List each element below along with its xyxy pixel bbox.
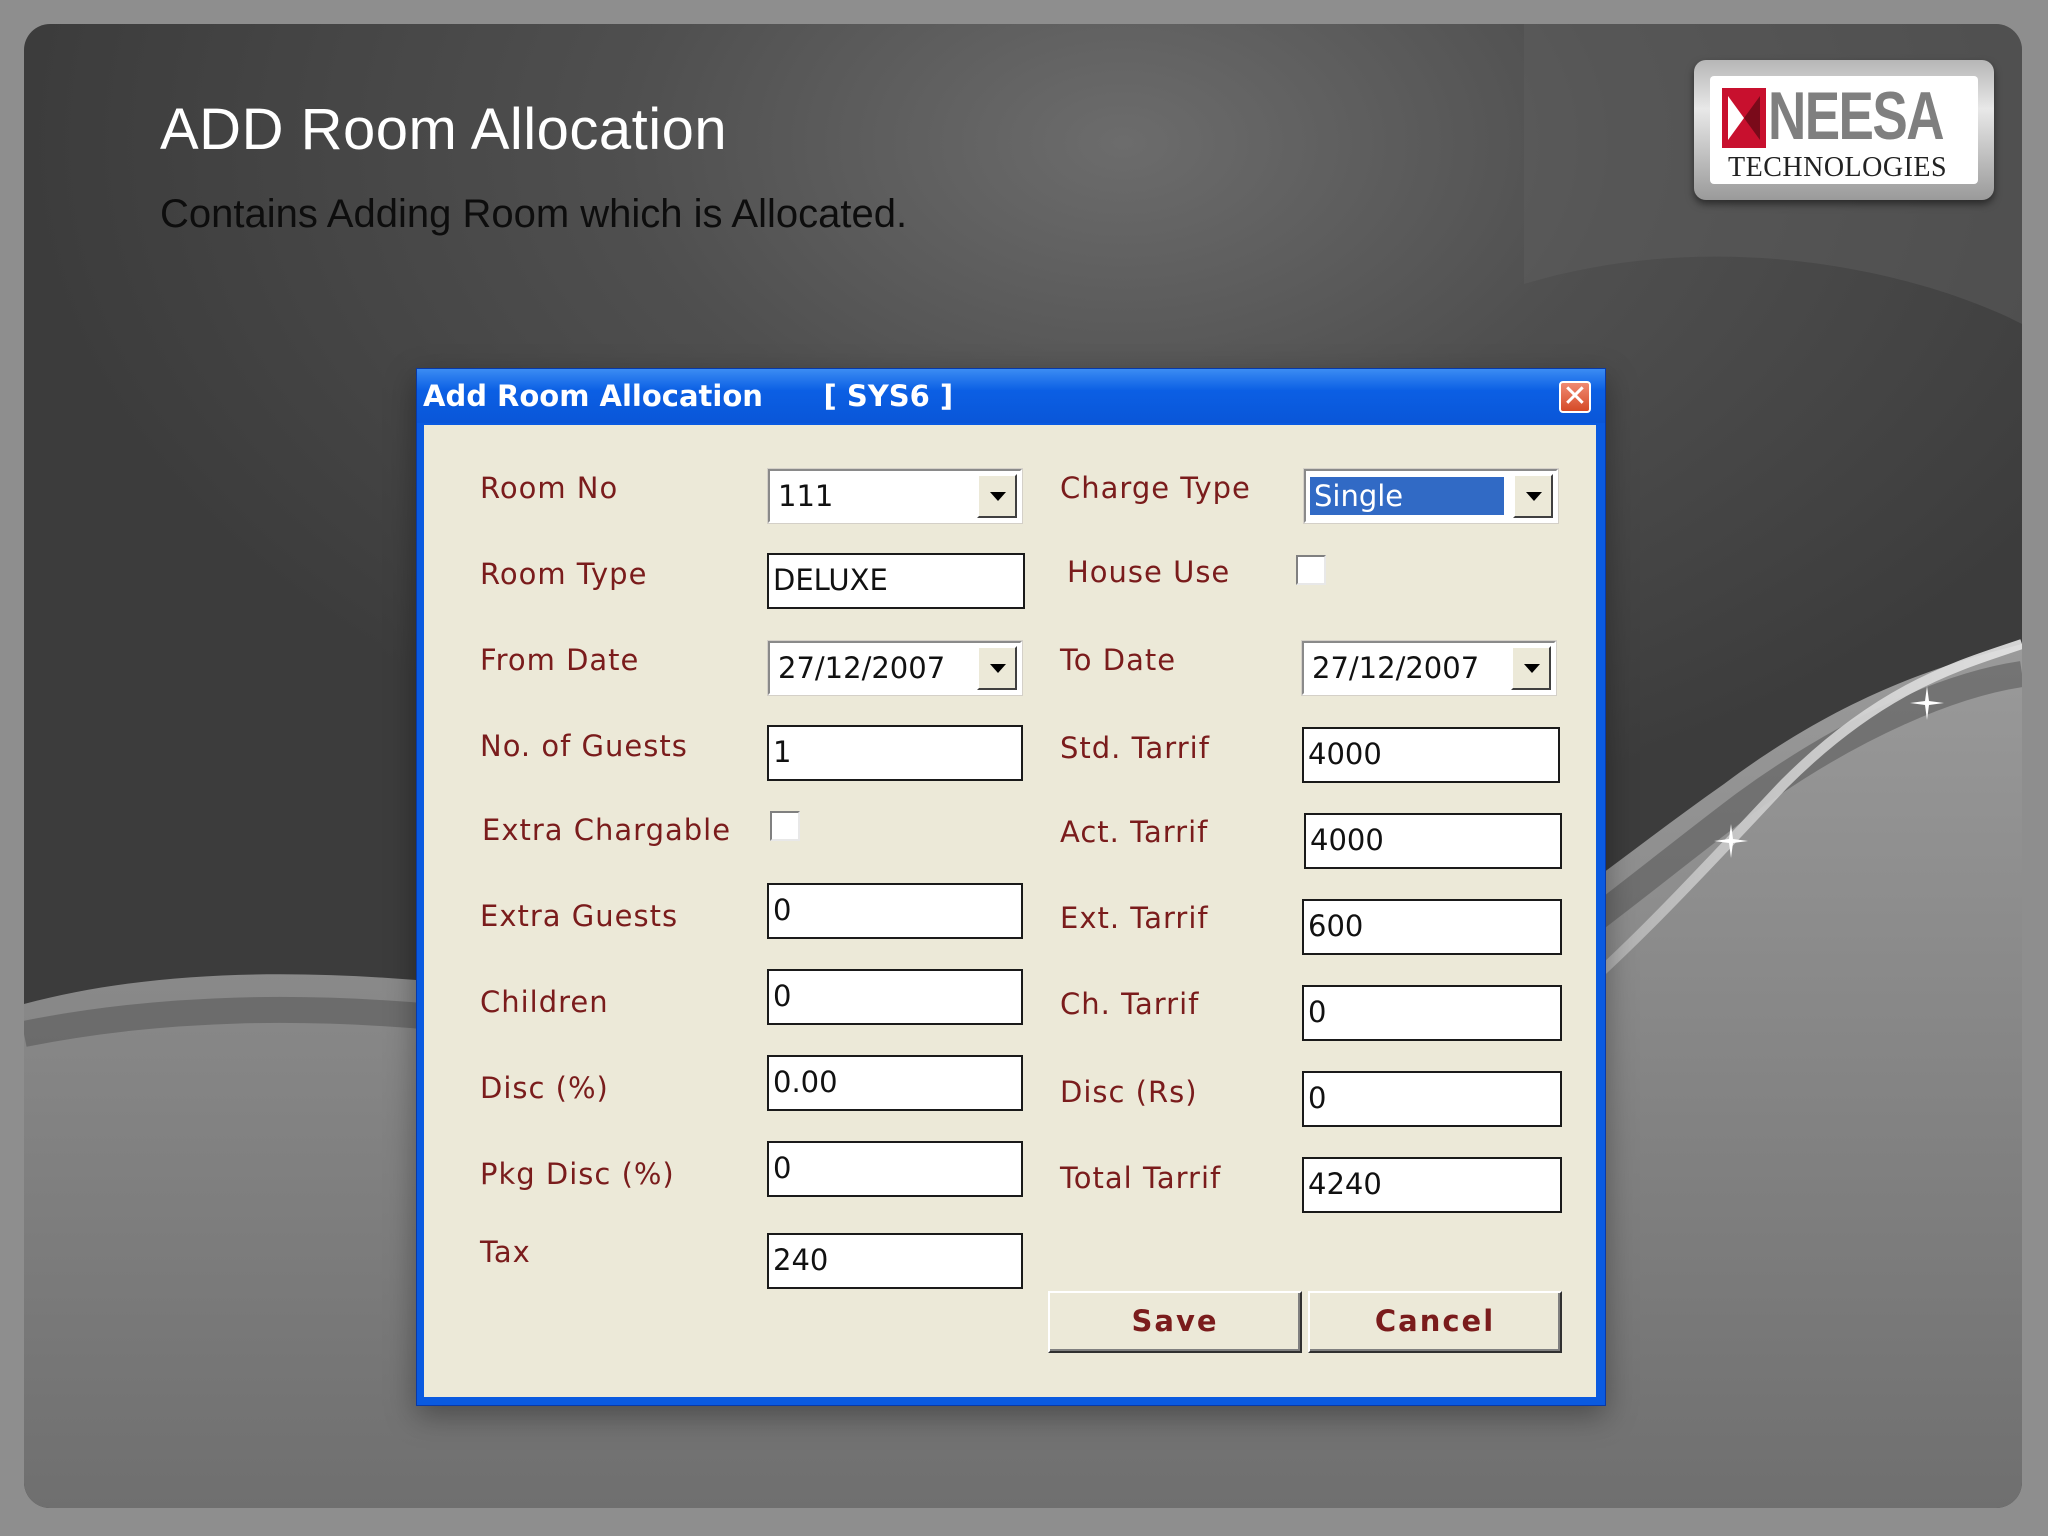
pkg-disc-label: Pkg Disc (%) <box>480 1157 675 1191</box>
close-button[interactable]: ✕ <box>1559 379 1591 414</box>
to-date-label: To Date <box>1060 643 1177 677</box>
slide-title: ADD Room Allocation <box>160 97 728 162</box>
extra-guests-label: Extra Guests <box>480 899 679 933</box>
chevron-down-icon[interactable] <box>1513 474 1553 518</box>
extra-guests-input[interactable]: 0 <box>767 883 1023 939</box>
sparkle-icon <box>1910 686 1944 720</box>
dialog-title: Add Room Allocation [ SYS6 ] <box>423 379 954 413</box>
guests-input[interactable]: 1 <box>767 725 1023 781</box>
room-type-label: Room Type <box>480 557 648 591</box>
guests-label: No. of Guests <box>480 729 688 763</box>
logo-subtitle: TECHNOLOGIES <box>1728 152 1948 183</box>
close-icon: ✕ <box>1562 379 1588 414</box>
disc-pct-input[interactable]: 0.00 <box>767 1055 1023 1111</box>
total-tarrif-label: Total Tarrif <box>1060 1161 1222 1195</box>
chevron-down-icon[interactable] <box>977 646 1017 690</box>
chevron-down-icon[interactable] <box>977 474 1017 518</box>
from-date-picker[interactable]: 27/12/2007 <box>767 640 1023 696</box>
house-use-label: House Use <box>1067 555 1231 589</box>
extra-chargable-label: Extra Chargable <box>482 813 732 847</box>
children-input[interactable]: 0 <box>767 969 1023 1025</box>
slide-subtitle: Contains Adding Room which is Allocated. <box>160 192 908 236</box>
disc-pct-label: Disc (%) <box>480 1071 609 1105</box>
charge-type-value: Single <box>1310 477 1504 515</box>
dialog-titlebar[interactable]: Add Room Allocation [ SYS6 ] ✕ <box>417 369 1605 423</box>
charge-type-select[interactable]: Single <box>1303 468 1559 524</box>
room-no-label: Room No <box>480 471 619 505</box>
room-type-input[interactable]: DELUXE <box>767 553 1025 609</box>
save-button[interactable]: Save <box>1048 1291 1302 1353</box>
act-tarrif-input[interactable]: 4000 <box>1304 813 1562 869</box>
ext-tarrif-input[interactable]: 600 <box>1302 899 1562 955</box>
ext-tarrif-label: Ext. Tarrif <box>1060 901 1209 935</box>
children-label: Children <box>480 985 609 1019</box>
dialog-client-area: Room No Room Type From Date No. of Guest… <box>424 425 1596 1397</box>
total-tarrif-input[interactable]: 4240 <box>1302 1157 1562 1213</box>
act-tarrif-label: Act. Tarrif <box>1060 815 1209 849</box>
logo-mark-icon <box>1722 88 1766 148</box>
extra-chargable-checkbox[interactable] <box>770 811 800 841</box>
charge-type-label: Charge Type <box>1060 471 1251 505</box>
std-tarrif-label: Std. Tarrif <box>1060 731 1210 765</box>
cancel-button[interactable]: Cancel <box>1308 1291 1562 1353</box>
to-date-value: 27/12/2007 <box>1312 651 1480 685</box>
sparkle-icon <box>1714 824 1748 858</box>
to-date-picker[interactable]: 27/12/2007 <box>1301 640 1557 696</box>
add-room-allocation-dialog: Add Room Allocation [ SYS6 ] ✕ Room No R… <box>416 368 1606 1406</box>
chevron-down-icon[interactable] <box>1511 646 1551 690</box>
pkg-disc-input[interactable]: 0 <box>767 1141 1023 1197</box>
tax-input[interactable]: 240 <box>767 1233 1023 1289</box>
company-logo: NEESA TECHNOLOGIES <box>1694 60 1994 200</box>
ch-tarrif-input[interactable]: 0 <box>1302 985 1562 1041</box>
ch-tarrif-label: Ch. Tarrif <box>1060 987 1200 1021</box>
logo-name: NEESA <box>1768 78 1945 154</box>
disc-rs-input[interactable]: 0 <box>1302 1071 1562 1127</box>
house-use-checkbox[interactable] <box>1296 555 1326 585</box>
room-no-value: 111 <box>778 479 834 513</box>
disc-rs-label: Disc (Rs) <box>1060 1075 1198 1109</box>
from-date-label: From Date <box>480 643 640 677</box>
tax-label: Tax <box>480 1235 531 1269</box>
from-date-value: 27/12/2007 <box>778 651 946 685</box>
std-tarrif-input[interactable]: 4000 <box>1302 727 1560 783</box>
room-no-select[interactable]: 111 <box>767 468 1023 524</box>
